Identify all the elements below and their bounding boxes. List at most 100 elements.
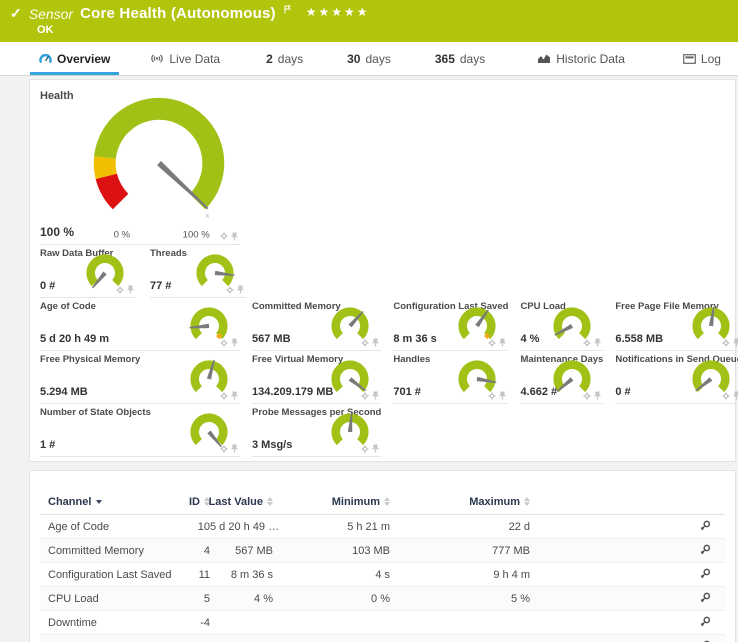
tab-label: Log (701, 52, 721, 66)
cell-id: -4 (180, 617, 210, 629)
column-label: Channel (48, 496, 91, 508)
cell-channel: Downtime (40, 617, 180, 629)
table-row[interactable]: CPU Load 5 4 % 0 % 5 % (40, 587, 725, 611)
column-label: Maximum (469, 496, 520, 508)
cell-id: 4 (180, 545, 210, 557)
gauge-cell[interactable]: Raw Data Buffer 0 # (40, 245, 136, 298)
tab-label: days (460, 52, 485, 66)
pin-icon[interactable] (733, 391, 738, 400)
cell-id: 5 (180, 593, 210, 605)
gauge-cell[interactable]: Maintenance Days 4.662 # (520, 351, 603, 404)
gauge-cell[interactable]: Free Virtual Memory 134.209.179 MB (252, 351, 381, 404)
tab-live-data[interactable]: Live Data (141, 45, 229, 75)
gauge-cell[interactable]: Age of Code 5 d 20 h 49 m (40, 298, 240, 351)
gear-icon[interactable] (361, 339, 369, 347)
gear-icon[interactable] (220, 445, 228, 453)
sensor-title: Core Health (Autonomous) (80, 5, 276, 22)
pin-icon[interactable] (372, 391, 379, 400)
gear-icon[interactable] (488, 392, 496, 400)
gauge-cell[interactable]: Probe Messages per Second 3 Msg/s (252, 404, 381, 457)
edit-channel-icon[interactable] (700, 568, 711, 579)
pin-icon[interactable] (231, 444, 238, 453)
gear-icon[interactable] (722, 392, 730, 400)
gauge-cell[interactable]: Handles 701 # (393, 351, 508, 404)
gauge-cell[interactable]: Threads 77 # (150, 245, 246, 298)
gauges-bottom-row: Raw Data Buffer 0 # Threads 77 # (40, 245, 738, 298)
gauge-cell[interactable]: CPU Load 4 % (520, 298, 603, 351)
gauge-cell[interactable]: Free Page File Memory 6.558 MB (615, 298, 738, 351)
gear-icon[interactable] (361, 392, 369, 400)
edit-channel-icon[interactable] (700, 592, 711, 603)
cell-max: 22 d (390, 521, 530, 533)
edit-channel-icon[interactable] (700, 616, 711, 627)
gear-icon[interactable] (220, 232, 228, 240)
gear-icon[interactable] (583, 392, 591, 400)
gauge-value: 4.662 # (520, 386, 557, 398)
tab-overview[interactable]: Overview (30, 45, 119, 75)
pin-icon[interactable] (231, 232, 238, 241)
pin-icon[interactable] (231, 338, 238, 347)
gear-icon[interactable] (583, 339, 591, 347)
edit-channel-icon[interactable] (700, 544, 711, 555)
cell-max: 9 h 4 m (390, 569, 530, 581)
column-header-last-value[interactable]: Last Value (210, 496, 273, 508)
table-header-row: Channel ID Last Value Minimum Maximum (40, 489, 725, 515)
health-gauge: x 0 % 100 % (78, 90, 240, 242)
gauge-cell[interactable]: Free Physical Memory 5.294 MB (40, 351, 240, 404)
column-header-channel[interactable]: Channel (40, 496, 180, 508)
table-row[interactable]: Committed Memory 4 567 MB 103 MB 777 MB (40, 539, 725, 563)
gauge-value: 1 # (40, 439, 55, 451)
column-header-maximum[interactable]: Maximum (390, 496, 530, 508)
gear-icon[interactable] (488, 339, 496, 347)
tab-number: 2 (266, 52, 273, 66)
table-row[interactable]: Free Page File Memory 2 6.558 MB 2.235 M… (40, 635, 725, 642)
cell-last: 567 MB (210, 545, 273, 557)
pin-icon[interactable] (127, 285, 134, 294)
health-gauge-cell[interactable]: Health x 0 % 100 % 100 % (40, 86, 240, 245)
column-label: Last Value (209, 496, 263, 508)
gauge-cell[interactable]: Configuration Last Saved 8 m 36 s (393, 298, 508, 351)
priority-stars[interactable]: ★★★★★ (306, 5, 370, 19)
tab-365-days[interactable]: 365 days (426, 45, 494, 75)
column-header-id[interactable]: ID (180, 496, 210, 508)
gear-icon[interactable] (220, 392, 228, 400)
gauge-cell[interactable]: Number of State Objects 1 # (40, 404, 240, 457)
column-label: Minimum (332, 496, 380, 508)
tab-label: Live Data (169, 52, 220, 66)
tab-historic-data[interactable]: Historic Data (528, 45, 634, 75)
cell-channel: Age of Code (40, 521, 180, 533)
edit-channel-icon[interactable] (700, 520, 711, 531)
tab-log[interactable]: Log (674, 45, 730, 75)
cell-last: 8 m 36 s (210, 569, 273, 581)
table-row[interactable]: Downtime -4 (40, 611, 725, 635)
table-row[interactable]: Configuration Last Saved 11 8 m 36 s 4 s… (40, 563, 725, 587)
pin-icon[interactable] (499, 391, 506, 400)
pin-icon[interactable] (594, 391, 601, 400)
gauge-value: 701 # (393, 386, 421, 398)
pin-icon[interactable] (372, 338, 379, 347)
sort-desc-icon (96, 500, 102, 504)
tab-30-days[interactable]: 30 days (338, 45, 400, 75)
gear-icon[interactable] (116, 286, 124, 294)
table-row[interactable]: Age of Code 10 5 d 20 h 49 … 5 h 21 m 22… (40, 515, 725, 539)
gear-icon[interactable] (361, 445, 369, 453)
object-kind-label: Sensor (29, 6, 73, 22)
cell-max: 5 % (390, 593, 530, 605)
pin-icon[interactable] (733, 338, 738, 347)
pin-icon[interactable] (237, 285, 244, 294)
gear-icon[interactable] (226, 286, 234, 294)
pin-icon[interactable] (594, 338, 601, 347)
gauge-cell[interactable]: Committed Memory 567 MB (252, 298, 381, 351)
pin-icon[interactable] (372, 444, 379, 453)
gear-icon[interactable] (220, 339, 228, 347)
pin-icon[interactable] (499, 338, 506, 347)
cell-id: 10 (180, 521, 210, 533)
tab-2-days[interactable]: 2 days (257, 45, 312, 75)
gauge-value: 5.294 MB (40, 386, 88, 398)
column-header-minimum[interactable]: Minimum (273, 496, 390, 508)
sensor-status-text: OK (37, 24, 728, 36)
gauge-value: 8 m 36 s (393, 333, 436, 345)
gear-icon[interactable] (722, 339, 730, 347)
gauge-cell[interactable]: Notifications in Send Queue 0 # (615, 351, 738, 404)
pin-icon[interactable] (231, 391, 238, 400)
